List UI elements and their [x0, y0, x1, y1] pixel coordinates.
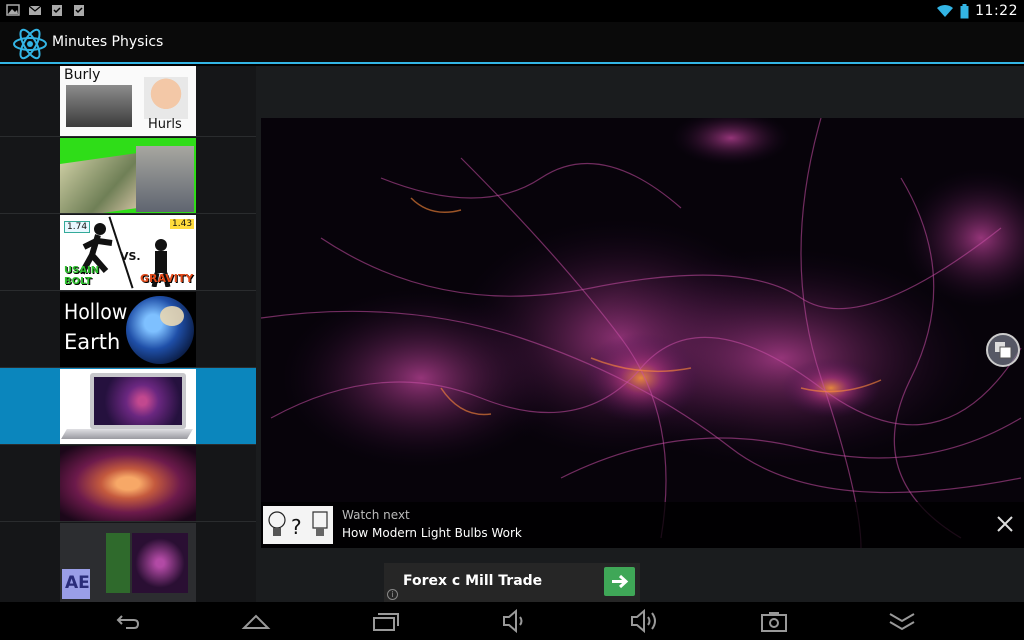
video-thumbnail: AE: [60, 523, 196, 602]
thumbnail-text: Earth: [64, 330, 121, 354]
status-bar: 11:22: [0, 0, 1024, 22]
video-thumbnail: [60, 138, 196, 213]
thumbnail-text: AE: [65, 573, 90, 593]
thumbnail-text: USAIN BOLT: [64, 265, 100, 287]
screenshot-icon[interactable]: [758, 608, 790, 634]
ad-text[interactable]: Forex c Mill Trade: [403, 573, 542, 589]
laptop-screen: [94, 377, 182, 425]
thumbnail-photo: [132, 533, 188, 593]
navigation-bar: [0, 602, 1024, 640]
video-thumbnail: [60, 369, 196, 444]
ad-go-button[interactable]: [604, 567, 635, 596]
arrow-right-icon: [612, 574, 629, 589]
thumbnail-photo: [106, 533, 130, 593]
thumbnail-text: Hurls: [148, 117, 182, 132]
app-title: Minutes Physics: [52, 34, 164, 50]
thumbnail-text: Hollow: [64, 300, 128, 324]
video-thumbnail: Burly Hurls: [60, 66, 196, 136]
earth-image: [126, 296, 194, 364]
thumbnail-text: GRAVITY: [140, 272, 194, 285]
gmail-icon: [28, 5, 42, 15]
list-item[interactable]: [0, 137, 256, 214]
list-item[interactable]: 1.74 VS. 1.43 USAIN BOLT GRAVITY: [0, 214, 256, 291]
watch-next-thumbnail[interactable]: ?: [263, 506, 333, 544]
video-thumbnail: 1.74 VS. 1.43 USAIN BOLT GRAVITY: [60, 215, 196, 290]
download-icon: [52, 5, 62, 16]
action-bar: Minutes Physics: [0, 22, 1024, 64]
video-frame: [261, 118, 1024, 548]
pip-button[interactable]: [986, 333, 1020, 367]
wifi-icon: [937, 4, 954, 17]
download-icon: [74, 5, 84, 16]
laptop-base: [61, 429, 193, 439]
thumbnail-text: VS.: [120, 250, 141, 263]
thumbnail-badge: 1.43: [170, 219, 195, 229]
windows-icon: [995, 342, 1012, 359]
lightbulb-icon: ?: [268, 511, 328, 539]
atom-icon[interactable]: [12, 26, 48, 62]
menu-collapse-icon[interactable]: [886, 608, 918, 634]
close-icon[interactable]: [994, 513, 1016, 535]
watch-next-bar[interactable]: ? Watch next How Modern Light Bulbs Work: [261, 502, 1024, 548]
list-item[interactable]: [0, 368, 256, 445]
clock: 11:22: [975, 3, 1018, 19]
thumbnail-photo: [144, 77, 188, 119]
list-item[interactable]: [0, 445, 256, 522]
video-thumbnail: Hollow Earth: [60, 292, 196, 367]
thumbnail-photo: [136, 146, 194, 212]
ad-banner[interactable]: Forex c Mill Trade i: [384, 563, 640, 602]
list-item[interactable]: AE: [0, 522, 256, 602]
back-icon[interactable]: [110, 608, 142, 634]
recent-apps-icon[interactable]: [370, 608, 402, 634]
watch-next-title[interactable]: How Modern Light Bulbs Work: [342, 526, 522, 540]
video-thumbnail: [60, 446, 196, 521]
gallery-icon: [6, 4, 20, 16]
thumbnail-photo: [60, 152, 145, 213]
list-item[interactable]: Burly Hurls: [0, 66, 256, 137]
home-icon[interactable]: [240, 608, 272, 634]
volume-down-icon[interactable]: [498, 608, 530, 634]
video-player[interactable]: [261, 118, 1024, 548]
player-area: ? Watch next How Modern Light Bulbs Work: [256, 66, 1024, 602]
thumbnail-badge: AE: [62, 569, 90, 599]
video-list[interactable]: Burly Hurls 1.74 VS. 1.43 USAIN BOLT GRA…: [0, 66, 256, 602]
thumbnail-photo: [66, 85, 132, 127]
watch-next-label: Watch next: [342, 508, 410, 522]
volume-up-icon[interactable]: [628, 608, 660, 634]
thumbnail-text: Burly: [64, 67, 101, 83]
svg-text:?: ?: [291, 515, 302, 539]
ad-info-icon[interactable]: i: [387, 589, 398, 600]
earth-image: [160, 306, 184, 326]
list-item[interactable]: Hollow Earth: [0, 291, 256, 368]
battery-icon: [960, 3, 969, 18]
